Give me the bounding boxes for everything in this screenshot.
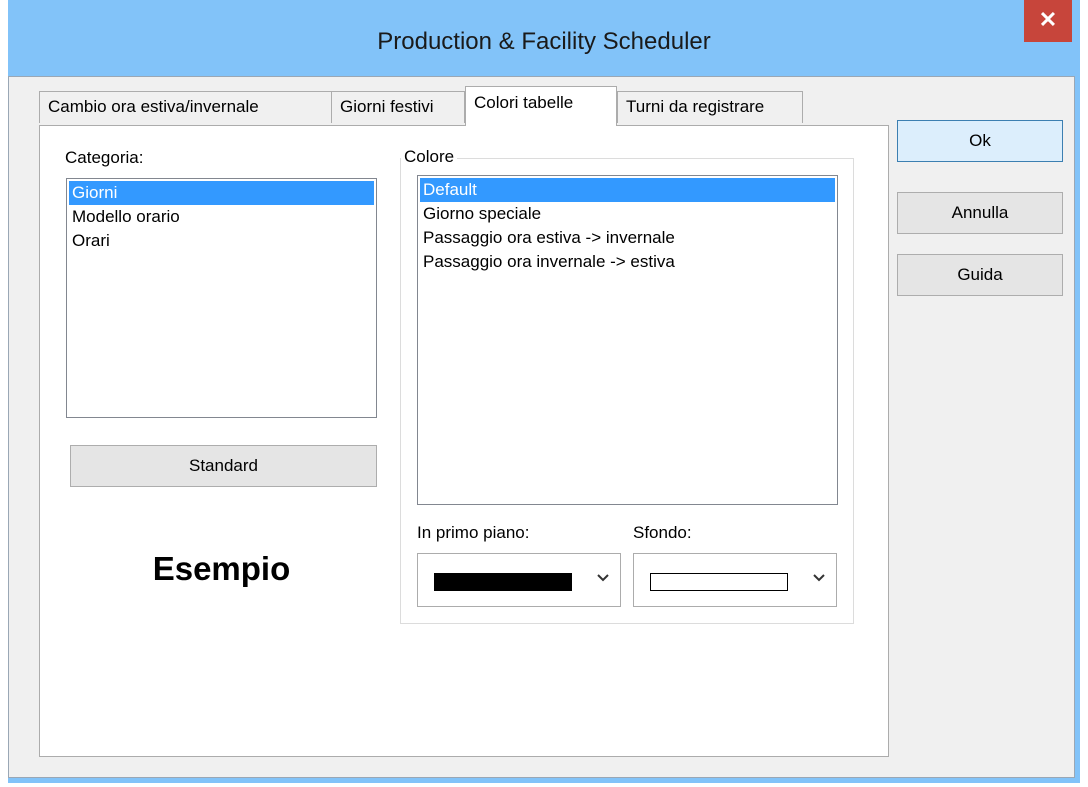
list-item[interactable]: Passaggio ora invernale -> estiva bbox=[420, 250, 835, 274]
background-label: Sfondo: bbox=[633, 523, 692, 542]
chevron-down-icon bbox=[597, 574, 609, 582]
list-item[interactable]: Orari bbox=[69, 229, 374, 253]
standard-button[interactable]: Standard bbox=[70, 445, 377, 487]
window-title: Production & Facility Scheduler bbox=[377, 28, 711, 55]
tab-giorni-festivi[interactable]: Giorni festivi bbox=[331, 91, 465, 123]
color-group-legend: Colore bbox=[401, 147, 458, 167]
foreground-label: In primo piano: bbox=[417, 523, 530, 542]
tab-cambio-ora[interactable]: Cambio ora estiva/invernale bbox=[39, 91, 332, 123]
chevron-down-icon bbox=[813, 574, 825, 582]
tab-turni-da-registrare[interactable]: Turni da registrare bbox=[617, 91, 803, 123]
list-item[interactable]: Passaggio ora estiva -> invernale bbox=[420, 226, 835, 250]
category-label: Categoria: bbox=[65, 148, 144, 167]
background-color-select[interactable] bbox=[633, 553, 837, 607]
dialog-window: Production & Facility Scheduler ✕ Cambio… bbox=[8, 0, 1080, 783]
tab-label: Turni da registrare bbox=[626, 97, 765, 116]
ok-button[interactable]: Ok bbox=[897, 120, 1063, 162]
dialog-client-area: Cambio ora estiva/invernale Giorni festi… bbox=[8, 76, 1075, 778]
list-item[interactable]: Modello orario bbox=[69, 205, 374, 229]
tab-panel-colori: Categoria: Giorni Modello orario Orari S… bbox=[39, 125, 889, 757]
foreground-swatch bbox=[434, 573, 572, 591]
list-item[interactable]: Default bbox=[420, 178, 835, 202]
tab-label: Colori tabelle bbox=[474, 93, 574, 112]
background-swatch bbox=[650, 573, 788, 591]
cancel-button[interactable]: Annulla bbox=[897, 192, 1063, 234]
tab-colori-tabelle[interactable]: Colori tabelle bbox=[465, 86, 617, 126]
foreground-color-select[interactable] bbox=[417, 553, 621, 607]
list-item[interactable]: Giorno speciale bbox=[420, 202, 835, 226]
close-button[interactable]: ✕ bbox=[1024, 0, 1072, 42]
tab-label: Cambio ora estiva/invernale bbox=[48, 97, 259, 116]
category-listbox[interactable]: Giorni Modello orario Orari bbox=[66, 178, 377, 418]
sample-preview: Esempio bbox=[66, 515, 377, 623]
help-button[interactable]: Guida bbox=[897, 254, 1063, 296]
title-bar[interactable]: Production & Facility Scheduler ✕ bbox=[8, 0, 1080, 80]
close-icon: ✕ bbox=[1038, 7, 1058, 32]
list-item[interactable]: Giorni bbox=[69, 181, 374, 205]
color-groupbox: Colore Default Giorno speciale Passaggio… bbox=[400, 147, 854, 624]
tab-label: Giorni festivi bbox=[340, 97, 434, 116]
color-listbox[interactable]: Default Giorno speciale Passaggio ora es… bbox=[417, 175, 838, 505]
